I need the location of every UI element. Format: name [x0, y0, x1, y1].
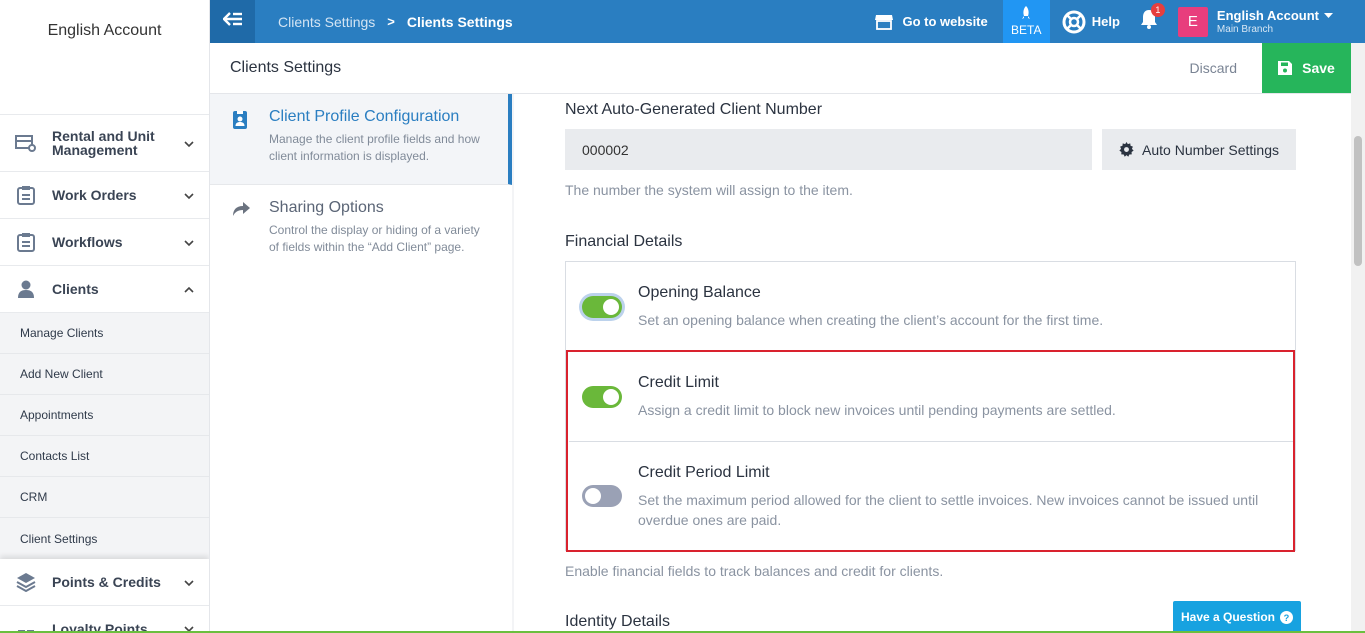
toggle-knob [603, 299, 619, 315]
tab-title: Client Profile Configuration [269, 108, 460, 125]
notification-badge: 1 [1150, 3, 1165, 17]
save-button[interactable]: Save [1262, 43, 1351, 93]
scrollbar-thumb[interactable] [1354, 136, 1362, 266]
sidebar-subitem-appointments[interactable]: Appointments [0, 395, 209, 436]
page-scrollbar[interactable] [1351, 43, 1365, 633]
chevron-down-icon [183, 137, 195, 149]
id-badge-icon [232, 108, 250, 184]
help-label: Help [1091, 14, 1120, 29]
tab-sharing-options[interactable]: Sharing Options Control the display or h… [210, 185, 512, 276]
settings-content: Next Auto-Generated Client Number Auto N… [514, 94, 1351, 633]
account-menu[interactable]: English Account Main Branch [1217, 8, 1333, 35]
sidebar-item-loyalty-points[interactable]: Loyalty Points [0, 606, 209, 633]
sidebar-item-workflows[interactable]: Workflows [0, 219, 209, 266]
page-title: Clients Settings [230, 59, 342, 76]
save-label: Save [1302, 60, 1335, 76]
chevron-up-icon [183, 283, 195, 295]
sidebar-subitem-contacts-list[interactable]: Contacts List [0, 436, 209, 477]
lifebuoy-icon [1062, 10, 1086, 34]
beta-label: BETA [1011, 23, 1042, 37]
sidebar-subitem-client-settings[interactable]: Client Settings [0, 518, 209, 559]
sidebar-item-label: Workflows [52, 234, 123, 250]
sidebar-item-label: Points & Credits [52, 574, 161, 590]
clipboard-icon [14, 183, 38, 207]
topbar: Clients Settings > Clients Settings Go t… [210, 0, 1365, 43]
branch-name: Main Branch [1216, 24, 1274, 35]
chevron-down-icon [183, 236, 195, 248]
sidebar-item-points-credits[interactable]: Points & Credits [0, 559, 209, 606]
storefront-icon [874, 14, 893, 30]
rocket-icon [1020, 6, 1032, 23]
tab-client-profile-configuration[interactable]: Client Profile Configuration Manage the … [210, 94, 512, 185]
highlight-box [566, 350, 1295, 552]
sidebar-item-label: Clients [52, 281, 99, 297]
sidebar-subitem-add-new-client[interactable]: Add New Client [0, 354, 209, 395]
svg-text:?: ? [1284, 612, 1290, 622]
floppy-disk-icon [1278, 61, 1293, 75]
identity-details-label: Identity Details [565, 613, 670, 630]
chevron-down-icon [183, 189, 195, 201]
next-number-label: Next Auto-Generated Client Number [565, 101, 823, 118]
help-link[interactable]: Help [1062, 10, 1120, 34]
question-circle-icon: ? [1280, 610, 1294, 624]
sidebar-item-clients[interactable]: Clients [0, 266, 209, 313]
sidebar-subitem-manage-clients[interactable]: Manage Clients [0, 313, 209, 354]
user-icon [14, 277, 38, 301]
clipboard-icon [14, 230, 38, 254]
gear-icon [1119, 142, 1134, 157]
sidebar-item-work-orders[interactable]: Work Orders [0, 172, 209, 219]
have-a-question-button[interactable]: Have a Question ? [1173, 601, 1301, 633]
sidebar-item-label: Rental and Unit Management [52, 128, 155, 158]
chevron-down-icon [183, 576, 195, 588]
tab-description: Manage the client profile fields and how… [269, 132, 480, 163]
notifications-button[interactable]: 1 [1140, 3, 1165, 34]
opening-balance-toggle[interactable] [582, 296, 622, 318]
sidebar-account-name: English Account [0, 0, 209, 115]
breadcrumb-current: Clients Settings [406, 13, 513, 30]
financial-details-help: Enable financial fields to track balance… [565, 563, 944, 579]
settings-nav: Client Profile Configuration Manage the … [210, 94, 512, 633]
tab-description: Control the display or hiding of a varie… [269, 223, 480, 254]
bell-icon [1140, 10, 1158, 33]
rental-unit-icon [14, 131, 38, 155]
sidebar-item-label: Work Orders [52, 187, 137, 203]
page-header: Clients Settings Discard Save [210, 43, 1351, 94]
sidebar-subitem-crm[interactable]: CRM [0, 477, 209, 518]
sidebar-item-rental-unit-management[interactable]: Rental and Unit Management [0, 115, 209, 172]
clients-submenu: Manage Clients Add New Client Appointmen… [0, 313, 209, 559]
next-client-number-input[interactable] [565, 129, 1092, 170]
tab-title: Sharing Options [269, 199, 384, 216]
account-name: English Account [1216, 8, 1319, 23]
opening-balance-description: Set an opening balance when creating the… [638, 312, 1104, 328]
arrow-left-menu-icon [221, 11, 243, 32]
opening-balance-title: Opening Balance [638, 284, 761, 301]
layers-icon [14, 570, 38, 594]
breadcrumb-parent[interactable]: Clients Settings [278, 14, 375, 30]
beta-button[interactable]: BETA [1002, 0, 1050, 43]
go-to-website-label: Go to website [902, 14, 988, 29]
auto-number-settings-button[interactable]: Auto Number Settings [1102, 129, 1296, 170]
sidebar: English Account Rental and Unit Manageme… [0, 0, 210, 633]
next-number-help: The number the system will assign to the… [565, 182, 853, 198]
collapse-menu-button[interactable] [210, 0, 255, 43]
share-arrow-icon [232, 199, 250, 276]
discard-button[interactable]: Discard [1190, 60, 1237, 76]
breadcrumb: Clients Settings > Clients Settings [278, 14, 513, 30]
auto-number-settings-label: Auto Number Settings [1142, 141, 1279, 158]
breadcrumb-separator: > [387, 14, 395, 29]
go-to-website-link[interactable]: Go to website [874, 14, 988, 30]
financial-details-label: Financial Details [565, 233, 683, 250]
caret-down-icon [1324, 12, 1333, 19]
avatar[interactable]: E [1177, 6, 1208, 37]
have-a-question-label: Have a Question [1180, 610, 1276, 624]
